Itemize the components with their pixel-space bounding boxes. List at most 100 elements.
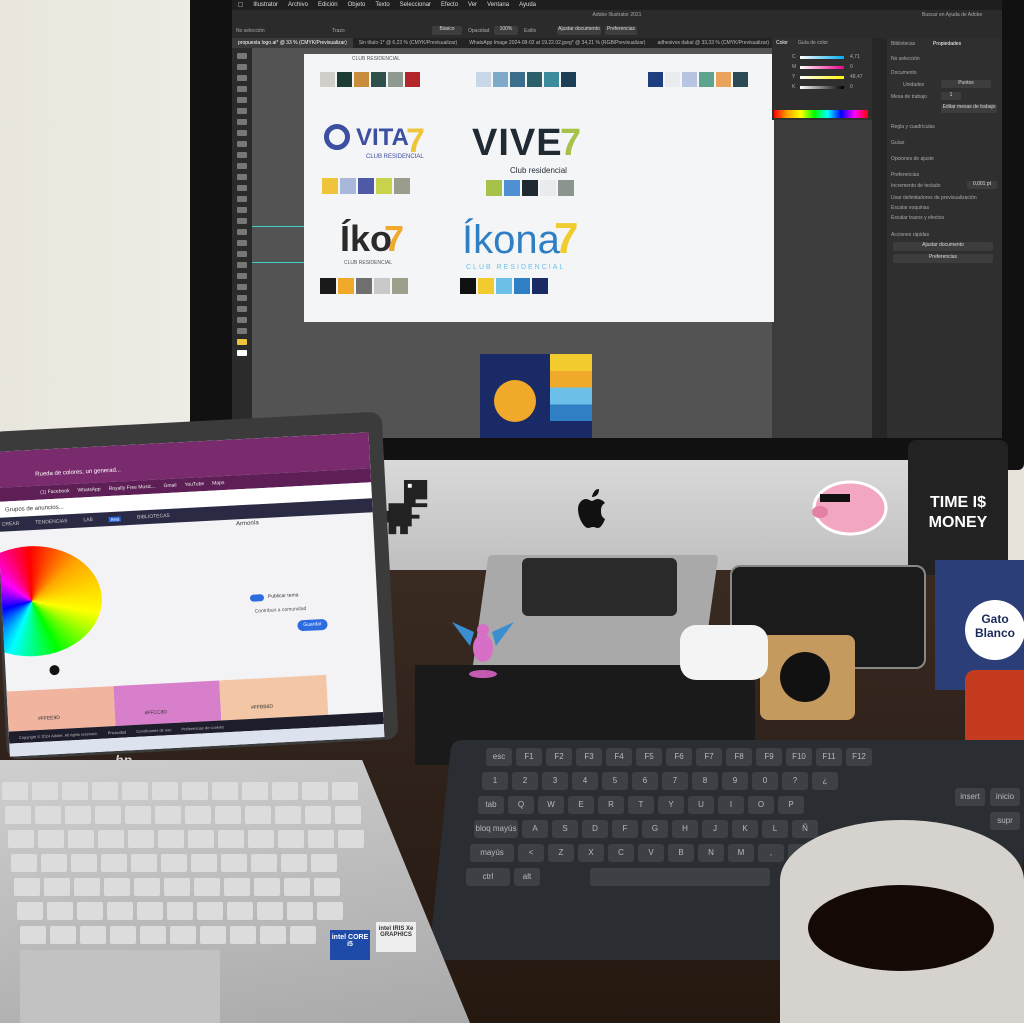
menu-item-objeto[interactable]: Objeto: [348, 2, 366, 8]
laptop-key[interactable]: [338, 830, 364, 848]
footer-terms[interactable]: Condiciones de uso: [136, 727, 171, 734]
color-swatch[interactable]: [540, 180, 556, 196]
browser-tab-title[interactable]: Rueda de colores, un generad...: [35, 467, 121, 477]
value-y[interactable]: 48,47: [850, 74, 863, 80]
tab-libraries[interactable]: Bibliotecas: [891, 41, 915, 47]
save-button[interactable]: Guardar: [297, 618, 328, 632]
color-swatch[interactable]: [514, 278, 530, 294]
value-m[interactable]: 0: [850, 64, 853, 70]
laptop-key[interactable]: [317, 902, 343, 920]
color-swatch[interactable]: [460, 278, 476, 294]
laptop-key[interactable]: [35, 806, 61, 824]
laptop-key[interactable]: [170, 926, 196, 944]
help-search-input[interactable]: Buscar en Ayuda de Adobe: [922, 12, 982, 18]
laptop-key[interactable]: [161, 854, 187, 872]
color-swatch[interactable]: [493, 72, 508, 87]
keyboard-key[interactable]: tab: [478, 796, 504, 814]
value-c[interactable]: 4,71: [850, 54, 860, 60]
width-tool-icon[interactable]: [237, 185, 247, 191]
tab-color[interactable]: Color: [776, 40, 788, 46]
color-swatch[interactable]: [354, 72, 369, 87]
menu-item-ventana[interactable]: Ventana: [487, 2, 509, 8]
keyboard-key[interactable]: E: [568, 796, 594, 814]
checkbox-scale-strokes[interactable]: Escalar trazos y efectos: [891, 215, 944, 221]
color-swatch[interactable]: [405, 72, 420, 87]
tab-adhesivos[interactable]: adhesivos dakaí @ 33,33 % (CMYK/Previsua…: [651, 38, 775, 48]
laptop-key[interactable]: [122, 782, 148, 800]
laptop-key[interactable]: [131, 854, 157, 872]
keyboard-key[interactable]: Q: [508, 796, 534, 814]
perspective-tool-icon[interactable]: [237, 218, 247, 224]
laptop-key[interactable]: [182, 782, 208, 800]
nav-lab[interactable]: LAB: [83, 517, 93, 523]
tab-propuesta-logo[interactable]: propuesta logo.ai* @ 33 % (CMYK/Previsua…: [232, 38, 353, 48]
keyboard-key[interactable]: X: [578, 844, 604, 862]
keyboard-key[interactable]: 9: [722, 772, 748, 790]
laptop-key[interactable]: [290, 926, 316, 944]
laptop-key[interactable]: [32, 782, 58, 800]
slider-k[interactable]: [800, 86, 844, 89]
keyboard-key[interactable]: <: [518, 844, 544, 862]
menu-item-efecto[interactable]: Efecto: [441, 2, 458, 8]
laptop-key[interactable]: [251, 854, 277, 872]
menu-item-seleccionar[interactable]: Seleccionar: [400, 2, 431, 8]
laptop-key[interactable]: [50, 926, 76, 944]
laptop-key[interactable]: [305, 806, 331, 824]
slice-tool-icon[interactable]: [237, 306, 247, 312]
blend-tool-icon[interactable]: [237, 262, 247, 268]
laptop-key[interactable]: [47, 902, 73, 920]
laptop-key[interactable]: [38, 830, 64, 848]
laptop-key[interactable]: [140, 926, 166, 944]
keyboard-key[interactable]: M: [728, 844, 754, 862]
laptop-key[interactable]: [212, 782, 238, 800]
laptop-key[interactable]: [167, 902, 193, 920]
keyboard-key[interactable]: 1: [482, 772, 508, 790]
laptop-key[interactable]: [137, 902, 163, 920]
laptop-key[interactable]: [332, 782, 358, 800]
laptop-key[interactable]: [254, 878, 280, 896]
laptop-key[interactable]: [65, 806, 91, 824]
color-swatch[interactable]: [356, 278, 372, 294]
keyboard-key[interactable]: ¿: [812, 772, 838, 790]
keyboard-key[interactable]: insert: [955, 788, 985, 806]
color-swatch[interactable]: [532, 278, 548, 294]
color-swatch[interactable]: [322, 178, 338, 194]
laptop-key[interactable]: [80, 926, 106, 944]
laptop-key[interactable]: [20, 926, 46, 944]
keyboard-key[interactable]: ctrl: [466, 868, 510, 886]
color-swatch[interactable]: [338, 278, 354, 294]
color-swatch[interactable]: [665, 72, 680, 87]
menu-item-illustrator[interactable]: Illustrator: [253, 2, 278, 8]
bookmark-facebook[interactable]: (1) Facebook: [40, 488, 70, 496]
laptop-key[interactable]: [125, 806, 151, 824]
tab-properties[interactable]: Propiedades: [933, 41, 961, 47]
laptop-key[interactable]: [158, 830, 184, 848]
laptop-key[interactable]: [215, 806, 241, 824]
laptop-key[interactable]: [95, 806, 121, 824]
laptop-key[interactable]: [2, 782, 28, 800]
brightness-knob[interactable]: [49, 664, 60, 676]
color-swatch[interactable]: [699, 72, 714, 87]
keyboard-key[interactable]: U: [688, 796, 714, 814]
keyboard-key[interactable]: ?: [782, 772, 808, 790]
laptop-key[interactable]: [104, 878, 130, 896]
rotate-tool-icon[interactable]: [237, 163, 247, 169]
keyboard-key[interactable]: F3: [576, 748, 602, 766]
color-swatch[interactable]: [358, 178, 374, 194]
laptop-key[interactable]: [230, 926, 256, 944]
pencil-tool-icon[interactable]: [237, 141, 247, 147]
keyboard-key[interactable]: F7: [696, 748, 722, 766]
laptop-key[interactable]: [245, 806, 271, 824]
color-swatch[interactable]: [388, 72, 403, 87]
footer-cookies[interactable]: Preferencias de cookies: [181, 724, 224, 731]
laptop-key[interactable]: [152, 782, 178, 800]
menu-item-archivo[interactable]: Archivo: [288, 2, 308, 8]
keyboard-key[interactable]: F1: [516, 748, 542, 766]
preferences-button[interactable]: Preferencias: [605, 26, 637, 35]
laptop-key[interactable]: [44, 878, 70, 896]
keyboard-key[interactable]: 4: [572, 772, 598, 790]
color-swatch[interactable]: [504, 180, 520, 196]
laptop-key[interactable]: [41, 854, 67, 872]
keyboard-key[interactable]: 2: [512, 772, 538, 790]
eraser-tool-icon[interactable]: [237, 152, 247, 158]
